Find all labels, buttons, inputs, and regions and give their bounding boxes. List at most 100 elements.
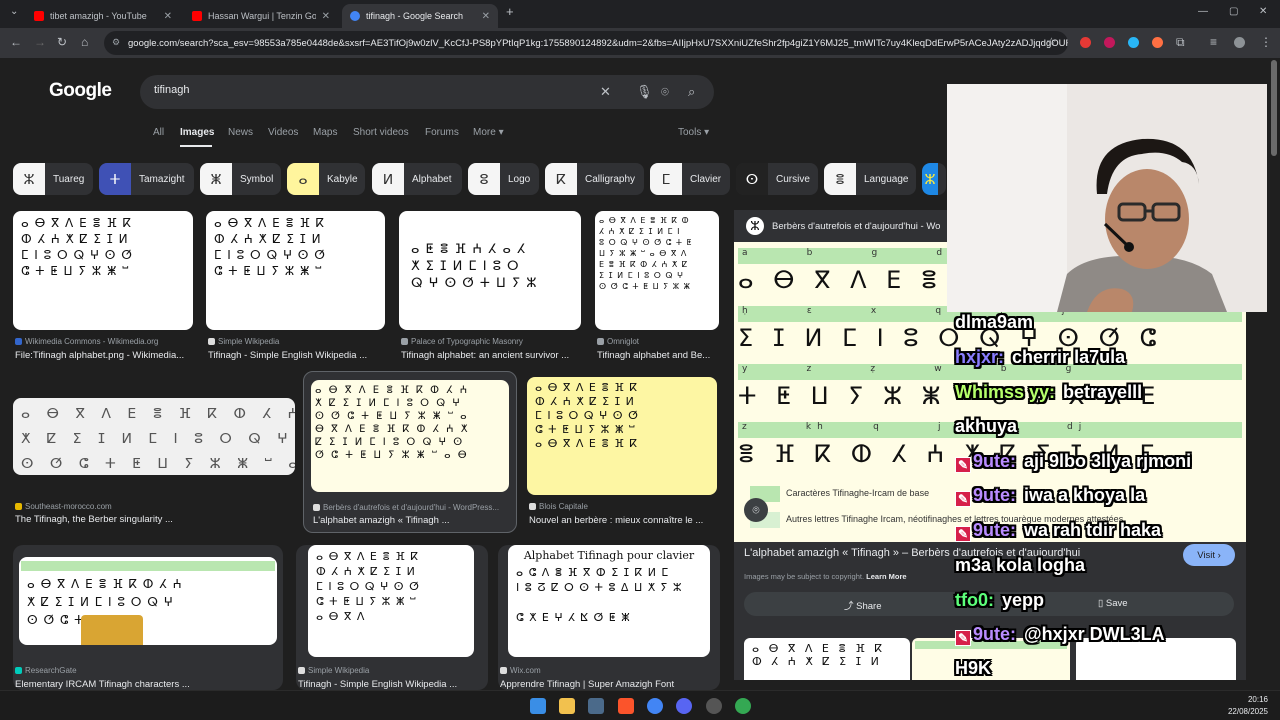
chip-tamazight[interactable]: ⵜ Tamazight: [99, 163, 194, 195]
tab-videos[interactable]: Videos: [268, 127, 298, 138]
minimize-icon[interactable]: —: [1198, 6, 1208, 17]
search-box[interactable]: ✕ 🎙 ⌾ ⌕: [140, 75, 714, 109]
chevron-down-icon: ▾: [704, 127, 710, 138]
tab-maps[interactable]: Maps: [313, 127, 337, 138]
chip-language[interactable]: ⴻ Language: [824, 163, 916, 195]
result-title[interactable]: Tifinagh alphabet: an ancient survivor .…: [401, 350, 583, 361]
extension-icon[interactable]: [1128, 37, 1139, 48]
google-logo[interactable]: Google: [49, 80, 112, 102]
chrome-icon[interactable]: [647, 698, 663, 714]
image-result[interactable]: ⴰ ⴱ ⴳ ⴷ ⴹ ⴻ ⴼ ⴽ ⵀ ⵃ ⵄ ⵅ ⵇ ⵉ ⵊ ⵍ ⵎ ⵏ ⵓ ⵔ …: [13, 211, 193, 361]
chip-tuareg[interactable]: ⵣ Tuareg: [13, 163, 93, 195]
image-result[interactable]: ⴰ ⵟ ⴻ ⴼ ⵄ ⵃ ⴰ ⵃ ⵅ ⵉ ⵊ ⵍ ⵎ ⵏ ⵓ ⵔ ⵕ ⵖ ⵙ ⵚ …: [399, 211, 581, 361]
tab-images[interactable]: Images: [180, 127, 214, 138]
share-button[interactable]: ⤴ Share: [844, 598, 882, 612]
chip-more[interactable]: ⵣ: [922, 163, 946, 195]
image-result[interactable]: ⴰ ⴱ ⴳ ⴷ ⴹ ⴻ ⴼ ⴽ ⵀ ⵃ ⵄ ⵅ ⵇ ⵉ ⵊ ⵍ ⵎ ⵏ ⵓ ⵔ …: [206, 211, 385, 361]
chip-kabyle[interactable]: ⴰ Kabyle: [287, 163, 365, 195]
tools-button[interactable]: Tools ▾: [678, 127, 709, 138]
close-icon[interactable]: ✕: [164, 11, 172, 22]
result-title[interactable]: Tifinagh - Simple English Wikipedia ...: [208, 350, 387, 361]
brave-browser-icon[interactable]: [618, 698, 634, 714]
system-clock[interactable]: 20:16 22/08/2025: [1228, 694, 1268, 718]
image-result[interactable]: ⴰ ⴱ ⴳ ⴷ ⴹ ⴻ ⴼ ⴽ ⵀ ⵃ ⵄ ⵅ ⵇ ⵉ ⵊ ⵍ ⵎ ⵏ ⵓ ⵔ …: [595, 211, 719, 361]
new-tab-button[interactable]: +: [506, 4, 514, 19]
extensions-puzzle-icon[interactable]: ⧉: [1176, 35, 1185, 50]
site-info-icon[interactable]: ⚙: [112, 37, 120, 48]
site-favicon: [401, 338, 408, 345]
tab-youtube-2[interactable]: Hassan Wargui | Tenzin Gonpo ✕: [184, 4, 338, 28]
tab-short-videos[interactable]: Short videos: [353, 127, 409, 138]
home-icon[interactable]: ⌂: [81, 35, 88, 49]
tab-news[interactable]: News: [228, 127, 253, 138]
profile-avatar[interactable]: [1234, 37, 1245, 48]
close-window-icon[interactable]: ✕: [1259, 6, 1267, 17]
tab-more[interactable]: More ▾: [473, 127, 504, 138]
chip-cursive[interactable]: ⵙ Cursive: [736, 163, 818, 195]
share-icon: ⤴: [844, 601, 854, 612]
chip-symbol[interactable]: ⵥ Symbol: [200, 163, 281, 195]
tab-google-search[interactable]: tifinagh - Google Search ✕: [342, 4, 498, 28]
panel-site-name[interactable]: Berbèrs d'autrefois et d'aujourd'hui - W…: [772, 221, 940, 232]
chip-label: Kabyle: [327, 173, 358, 185]
tab-forums[interactable]: Forums: [425, 127, 459, 138]
image-result[interactable]: ⴰ ⴱ ⴳ ⴷ ⴹ ⴻ ⴼ ⴽ ⵀ ⵃ ⵄ ⵅ ⵇ ⵉ ⵊ ⵍ ⵎ ⵏ ⵓ ⵔ …: [13, 398, 295, 528]
learn-more-link[interactable]: Learn More: [866, 572, 906, 581]
camera-lens-icon[interactable]: ⌾: [661, 84, 669, 100]
image-result[interactable]: ⴰ ⴱ ⴳ ⴷ ⴹ ⴻ ⴼ ⴽ ⵀ ⵃ ⵄ ⵅ ⵇ ⵉ ⵊ ⵍ ⵎ ⵏ ⵓ ⵔ …: [13, 545, 283, 690]
extension-icon[interactable]: [1104, 37, 1115, 48]
source-label: Wix.com: [510, 666, 541, 675]
tab-title: tibet amazigh - YouTube: [50, 11, 147, 21]
result-title[interactable]: File:Tifinagh alphabet.png - Wikimedia..…: [15, 350, 195, 361]
maximize-icon[interactable]: ▢: [1229, 6, 1238, 17]
search-icon[interactable]: ⌕: [688, 84, 695, 100]
chip-thumbnail: ⴽ: [545, 163, 577, 195]
forward-icon[interactable]: →: [34, 35, 46, 49]
lens-search-icon[interactable]: ⌾: [744, 498, 768, 522]
tab-search-icon[interactable]: ⌄: [10, 6, 18, 17]
search-input[interactable]: [154, 84, 574, 96]
image-result-selected[interactable]: ⴰ ⴱ ⴳ ⴷ ⴹ ⴻ ⴼ ⴽ ⵀ ⵃ ⵄ ⵅ ⵇ ⵉ ⵊ ⵍ ⵎ ⵏ ⵓ ⵔ …: [303, 371, 517, 533]
close-icon[interactable]: ✕: [322, 11, 330, 22]
chip-clavier[interactable]: ⵎ Clavier: [650, 163, 730, 195]
menu-dots-icon[interactable]: ⋮: [1260, 35, 1272, 49]
close-icon[interactable]: ✕: [482, 11, 490, 22]
image-result[interactable]: ⴰ ⴱ ⴳ ⴷ ⴹ ⴻ ⴼ ⴽ ⵀ ⵃ ⵄ ⵅ ⵇ ⵉ ⵊ ⵍ ⵎ ⵏ ⵓ ⵔ …: [527, 377, 717, 527]
page-scrollbar[interactable]: [1271, 60, 1277, 156]
related-image[interactable]: ⴰ ⴱ ⴳ ⴷ ⴹ ⴻ ⴼ ⴽ ⵀ ⵃ ⵄ ⵅ ⵇ ⵉ ⵊ ⵍ: [744, 638, 910, 680]
extension-icon[interactable]: [1152, 37, 1163, 48]
chip-logo[interactable]: ⵓ Logo: [468, 163, 539, 195]
windows-start-icon[interactable]: [530, 698, 546, 714]
preview-title[interactable]: L'alphabet amazigh « Tifinagh » – Berbèr…: [744, 547, 1164, 559]
reading-list-icon[interactable]: ≡: [1210, 35, 1217, 49]
result-title[interactable]: Tifinagh alphabet and Be...: [597, 350, 721, 361]
reload-icon[interactable]: ↻: [57, 35, 67, 49]
address-bar[interactable]: ⚙ google.com/search?sca_esv=98553a785e04…: [104, 31, 1068, 55]
chrome-profile-icon[interactable]: [735, 698, 751, 714]
chip-alphabet[interactable]: ⵍ Alphabet: [372, 163, 462, 195]
tab-all[interactable]: All: [153, 127, 164, 138]
clear-icon[interactable]: ✕: [600, 84, 611, 100]
microphone-icon[interactable]: 🎙: [636, 84, 653, 100]
obs-icon[interactable]: [706, 698, 722, 714]
image-result[interactable]: ⴰ ⴱ ⴳ ⴷ ⴹ ⴻ ⴼ ⴽ ⵀ ⵃ ⵄ ⵅ ⵇ ⵉ ⵊ ⵍ ⵎ ⵏ ⵓ ⵔ …: [296, 545, 488, 690]
result-title[interactable]: The Tifinagh, the Berber singularity ...: [15, 514, 297, 525]
save-button[interactable]: ▯ Save: [1098, 598, 1128, 609]
file-explorer-icon[interactable]: [559, 698, 575, 714]
result-title[interactable]: Elementary IRCAM Tifinagh characters ...: [15, 679, 275, 690]
result-title[interactable]: Tifinagh - Simple English Wikipedia ...: [298, 679, 486, 690]
visit-button[interactable]: Visit ›: [1183, 544, 1235, 566]
bookmark-star-icon[interactable]: ☆: [1046, 35, 1057, 49]
result-title[interactable]: Apprendre Tifinagh | Super Amazigh Font: [500, 679, 718, 690]
chip-calligraphy[interactable]: ⴽ Calligraphy: [545, 163, 644, 195]
image-result[interactable]: Alphabet Tifinagh pour clavier ⴰ ⵛ ⴷ ⴻ ⴼ…: [498, 545, 720, 690]
chat-text: iwa a khoya la: [1024, 485, 1146, 505]
app-icon[interactable]: [588, 698, 604, 714]
result-title[interactable]: Nouvel an berbère : mieux connaître le .…: [529, 515, 719, 526]
back-icon[interactable]: ←: [10, 35, 22, 49]
result-title[interactable]: L'alphabet amazigh « Tifinagh ...: [313, 515, 511, 526]
discord-icon[interactable]: [676, 698, 692, 714]
extension-icon[interactable]: [1080, 37, 1091, 48]
chat-username: 9ute:: [973, 485, 1017, 505]
tab-youtube-1[interactable]: tibet amazigh - YouTube ✕: [26, 4, 180, 28]
